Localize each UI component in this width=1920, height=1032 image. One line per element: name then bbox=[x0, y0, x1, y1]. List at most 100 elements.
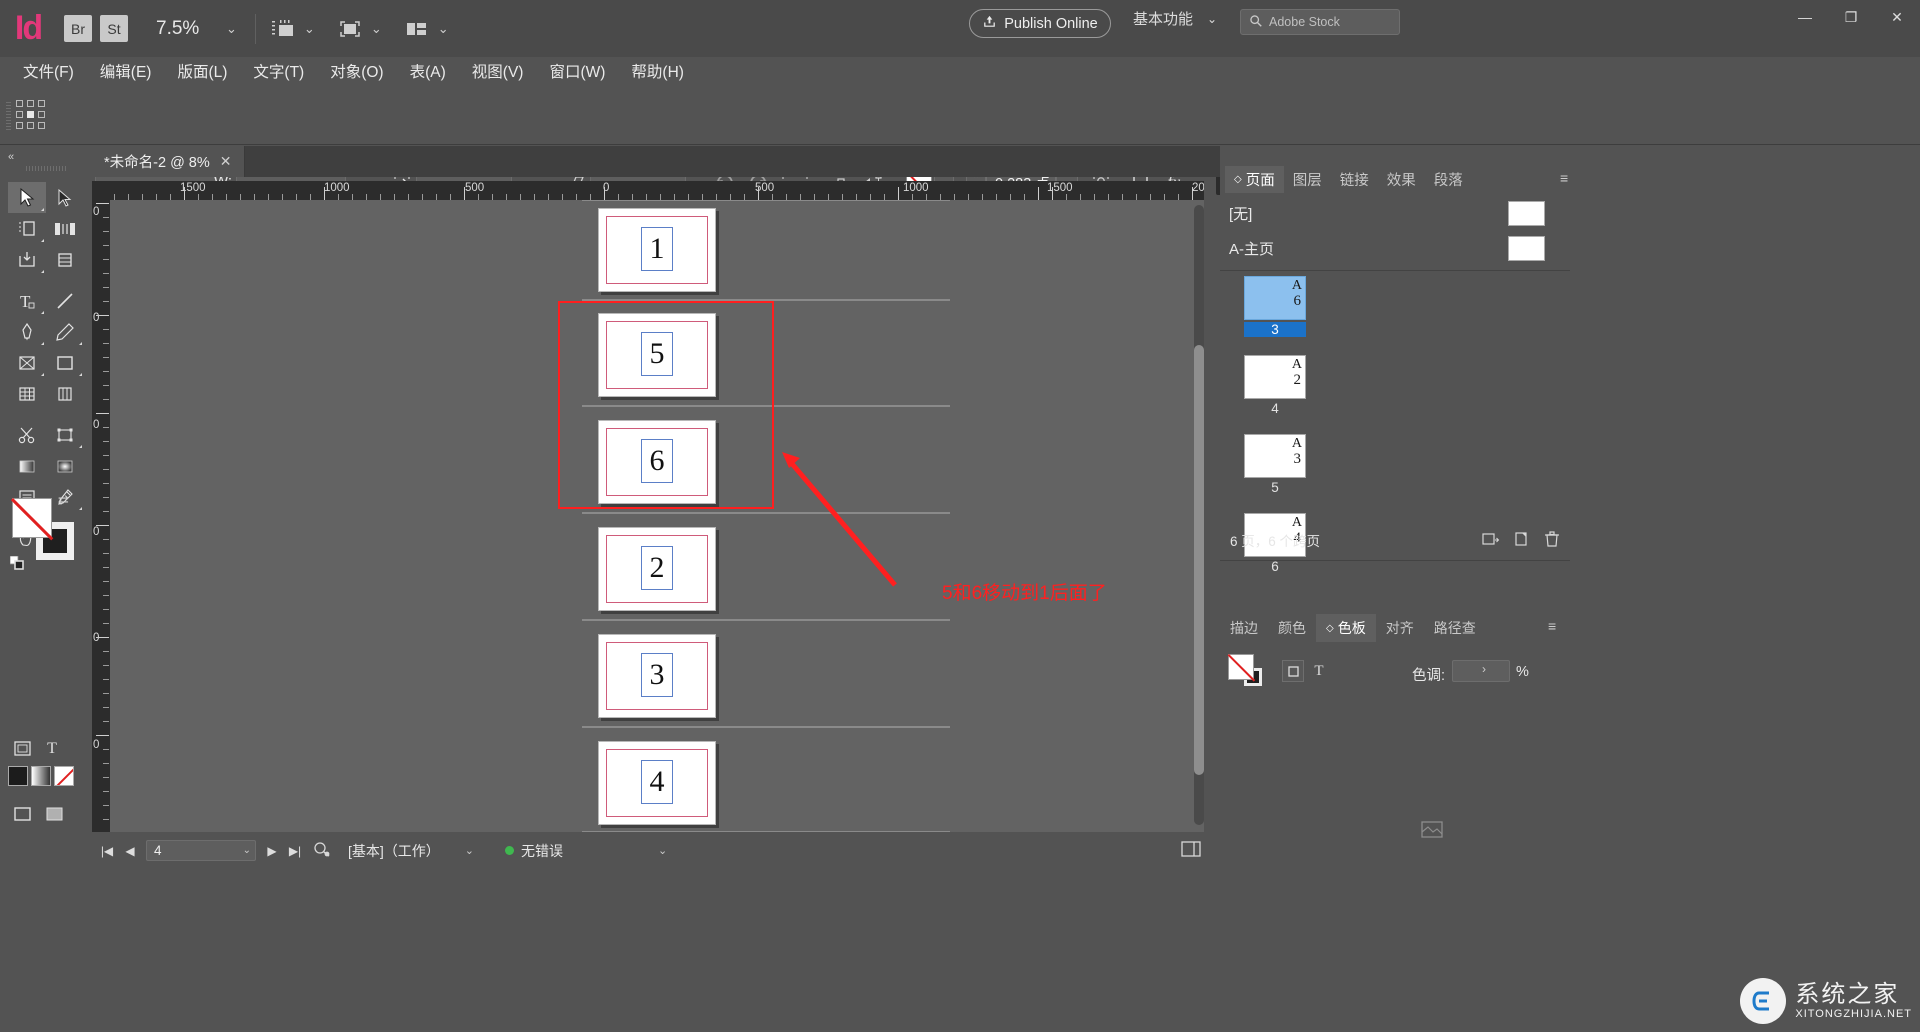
master-none-row[interactable]: [无] bbox=[1220, 196, 1570, 231]
canvas-page-3[interactable]: 3 bbox=[598, 634, 716, 718]
swatches-panel-menu-icon[interactable]: ≡ bbox=[1548, 618, 1556, 634]
menu-window[interactable]: 窗口(W) bbox=[536, 57, 618, 88]
gradient-feather-tool[interactable] bbox=[46, 450, 84, 481]
screen-mode-chevron-icon[interactable]: ⌄ bbox=[298, 21, 321, 37]
menu-file[interactable]: 文件(F) bbox=[10, 57, 87, 88]
arrange-documents-icon[interactable] bbox=[402, 16, 432, 42]
swatches-fill-swatch-none[interactable] bbox=[1228, 654, 1254, 680]
free-transform-tool[interactable] bbox=[46, 419, 84, 450]
page-number-label[interactable]: 6 bbox=[1244, 559, 1306, 574]
normal-view-mode-icon[interactable] bbox=[10, 736, 36, 762]
panel-menu-icon[interactable]: ≡ bbox=[1560, 170, 1568, 186]
page-thumbnail[interactable]: A 6 bbox=[1244, 276, 1306, 320]
error-status[interactable]: 无错误 bbox=[505, 841, 563, 861]
tab-stroke[interactable]: 描边 bbox=[1220, 614, 1268, 642]
previous-page-icon[interactable]: ◀ bbox=[123, 844, 137, 858]
control-bar-grip[interactable] bbox=[6, 102, 11, 132]
menu-type[interactable]: 文字(T) bbox=[240, 57, 317, 88]
default-fill-stroke-icon[interactable] bbox=[10, 556, 24, 570]
vertical-ruler[interactable]: 000000 bbox=[92, 200, 110, 832]
adobe-stock-search-input[interactable]: Adobe Stock bbox=[1240, 9, 1400, 35]
pencil-tool[interactable] bbox=[46, 316, 84, 347]
menu-layout[interactable]: 版面(L) bbox=[164, 57, 240, 88]
content-collector-tool[interactable] bbox=[8, 244, 46, 275]
canvas-page-2[interactable]: 2 bbox=[598, 527, 716, 611]
bridge-button[interactable]: Br bbox=[64, 15, 92, 42]
master-a-thumb[interactable] bbox=[1508, 236, 1545, 261]
stock-button[interactable]: St bbox=[100, 15, 128, 42]
page-dropdown-chevron-icon[interactable]: ⌄ bbox=[243, 845, 251, 856]
close-button[interactable]: ✕ bbox=[1874, 0, 1920, 34]
table-tool[interactable] bbox=[8, 378, 46, 409]
reference-point-selector[interactable] bbox=[16, 100, 50, 134]
document-canvas[interactable]: 1 5 6 2 3 4 bbox=[110, 200, 1204, 832]
preflight-dropdown-chevron-icon[interactable]: ⌄ bbox=[465, 844, 474, 857]
master-a-row[interactable]: A-主页 bbox=[1220, 231, 1570, 266]
page-tool[interactable] bbox=[8, 213, 46, 244]
canvas-page-1[interactable]: 1 bbox=[598, 208, 716, 292]
selection-tool[interactable] bbox=[8, 182, 46, 213]
minimize-button[interactable]: — bbox=[1782, 0, 1828, 34]
menu-help[interactable]: 帮助(H) bbox=[618, 57, 697, 88]
first-page-icon[interactable]: |◀ bbox=[100, 844, 114, 858]
tab-layers[interactable]: 图层 bbox=[1284, 166, 1331, 193]
gradient-swatch-tool[interactable] bbox=[8, 450, 46, 481]
swap-fill-stroke-icon[interactable]: ⇄ bbox=[58, 492, 69, 508]
ruler-corner[interactable] bbox=[92, 181, 110, 200]
frame-rectangle-tool[interactable] bbox=[8, 347, 46, 378]
maximize-button[interactable]: ❐ bbox=[1828, 0, 1874, 34]
page-number-frame[interactable]: 3 bbox=[641, 653, 673, 697]
menu-edit[interactable]: 编辑(E) bbox=[87, 57, 165, 88]
cell-tool[interactable] bbox=[46, 378, 84, 409]
tab-paragraph[interactable]: 段落 bbox=[1425, 166, 1472, 193]
view-mode-chevron-icon[interactable]: ⌄ bbox=[365, 21, 388, 37]
tab-align[interactable]: 对齐 bbox=[1376, 614, 1424, 642]
page-thumbnail[interactable]: A 2 bbox=[1244, 355, 1306, 399]
page-number-input[interactable]: 4 ⌄ bbox=[146, 840, 256, 861]
line-tool[interactable] bbox=[46, 285, 84, 316]
tint-input[interactable] bbox=[1452, 660, 1510, 682]
tab-links[interactable]: 链接 bbox=[1331, 166, 1378, 193]
page-number-label[interactable]: 5 bbox=[1244, 480, 1306, 495]
page-number-frame[interactable]: 2 bbox=[641, 546, 673, 590]
preflight-icon[interactable] bbox=[311, 841, 333, 860]
canvas-vertical-scrollbar[interactable] bbox=[1194, 205, 1204, 825]
layout-toggle-icon[interactable] bbox=[1180, 840, 1202, 863]
menu-object[interactable]: 对象(O) bbox=[317, 57, 396, 88]
new-page-icon[interactable] bbox=[1514, 531, 1530, 550]
gap-tool[interactable] bbox=[46, 213, 84, 244]
view-mode-icon[interactable] bbox=[335, 16, 365, 42]
zoom-level-value[interactable]: 7.5% bbox=[156, 18, 220, 40]
page-number-label[interactable]: 4 bbox=[1244, 401, 1306, 416]
page-number-frame[interactable]: 1 bbox=[641, 227, 673, 271]
menu-table[interactable]: 表(A) bbox=[397, 57, 459, 88]
close-tab-icon[interactable]: ✕ bbox=[220, 153, 232, 170]
preview-mode-icon[interactable]: T bbox=[39, 736, 65, 762]
type-tool[interactable]: T bbox=[8, 285, 46, 316]
tab-effects[interactable]: 效果 bbox=[1378, 166, 1425, 193]
delete-page-icon[interactable] bbox=[1544, 531, 1560, 550]
tools-panel-grip[interactable] bbox=[26, 166, 68, 171]
error-status-chevron-icon[interactable]: ⌄ bbox=[658, 844, 667, 857]
page-number-frame[interactable]: 4 bbox=[641, 760, 673, 804]
tab-swatches[interactable]: ◇ 色板 bbox=[1316, 614, 1376, 642]
page-number-label[interactable]: 3 bbox=[1244, 322, 1306, 337]
next-page-icon[interactable]: ▶ bbox=[265, 844, 279, 858]
canvas-scrollbar-thumb[interactable] bbox=[1194, 345, 1204, 775]
apply-none-icon[interactable] bbox=[54, 766, 74, 786]
publish-online-button[interactable]: Publish Online bbox=[969, 9, 1111, 38]
master-none-thumb[interactable] bbox=[1508, 201, 1545, 226]
edit-page-size-icon[interactable] bbox=[1482, 531, 1500, 550]
menu-view[interactable]: 视图(V) bbox=[459, 57, 537, 88]
scissors-tool[interactable] bbox=[8, 419, 46, 450]
text-formatting-button[interactable]: T bbox=[1308, 660, 1330, 682]
fill-swatch-none[interactable] bbox=[12, 498, 52, 538]
collapse-panel-icon[interactable]: « bbox=[8, 151, 14, 163]
last-page-icon[interactable]: ▶| bbox=[288, 844, 302, 858]
rectangle-tool[interactable] bbox=[46, 347, 84, 378]
zoom-dropdown-chevron-icon[interactable]: ⌄ bbox=[220, 21, 243, 37]
canvas-page-4[interactable]: 4 bbox=[598, 741, 716, 825]
horizontal-ruler[interactable]: 150010005000500100015002000 bbox=[110, 181, 1204, 200]
tab-pathfinder[interactable]: 路径查 bbox=[1424, 614, 1486, 642]
page-thumbnail[interactable]: A 3 bbox=[1244, 434, 1306, 478]
